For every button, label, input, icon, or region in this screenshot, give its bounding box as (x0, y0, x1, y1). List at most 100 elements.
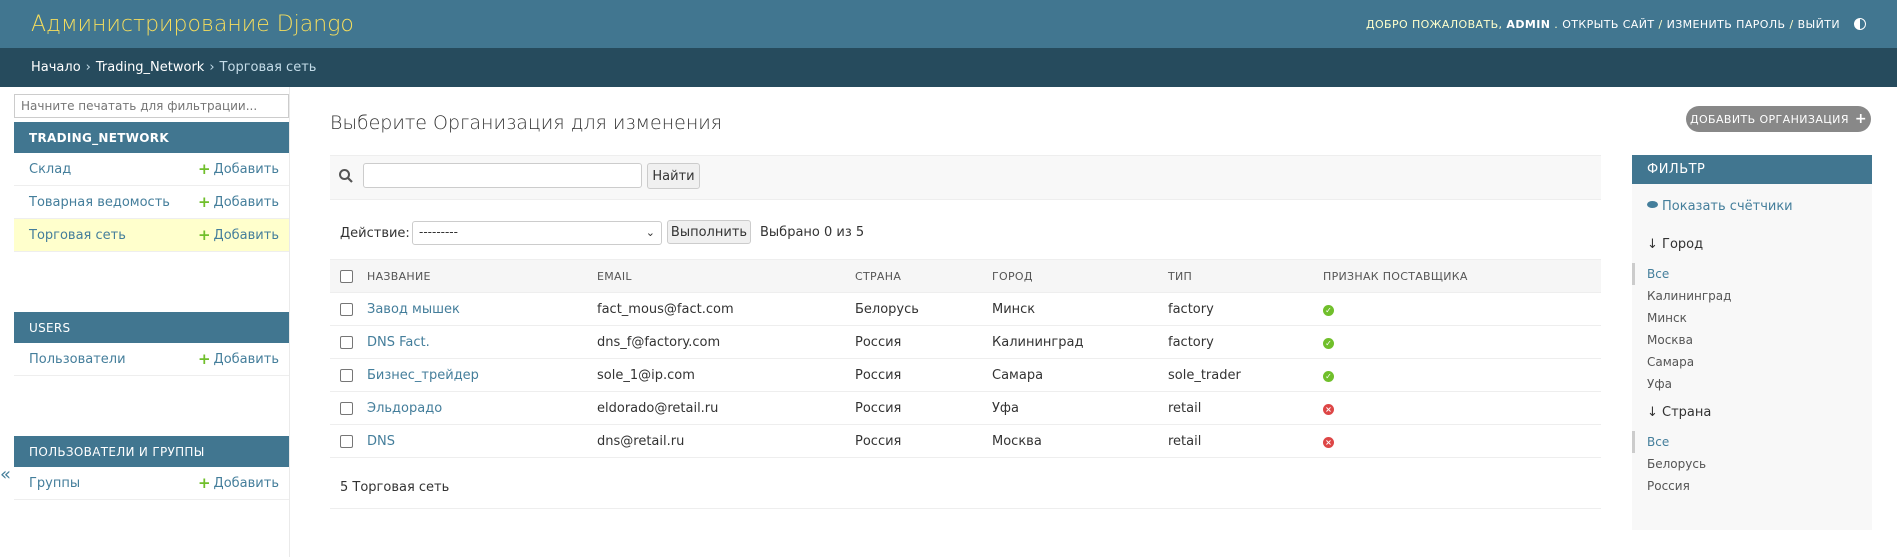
add-link[interactable]: + Добавить (198, 194, 279, 210)
row-email: eldorado@retail.ru (596, 391, 854, 425)
row-type: factory (1167, 325, 1322, 359)
check-icon: ✓ (1323, 337, 1334, 349)
filter-option[interactable]: Белорусь (1632, 453, 1706, 475)
filter-option[interactable]: Уфа (1632, 373, 1731, 395)
row-checkbox[interactable] (340, 401, 353, 415)
select-all-checkbox[interactable] (340, 269, 353, 283)
row-email: dns@retail.ru (596, 424, 854, 458)
row-name-link[interactable]: Бизнес_трейдер (367, 368, 479, 383)
filter-option[interactable]: Минск (1632, 307, 1731, 329)
row-type: sole_trader (1167, 358, 1322, 392)
filter-panel: ФИЛЬТР Показать счётчики ↓ Город Все Кали… (1632, 155, 1872, 530)
sidebar-item-inventory: Товарная ведомость + Добавить (14, 186, 289, 219)
filter-option[interactable]: Россия (1632, 475, 1706, 497)
filter-city-heading[interactable]: ↓ Город (1647, 237, 1703, 252)
row-checkbox[interactable] (340, 434, 353, 448)
filter-country-heading[interactable]: ↓ Страна (1647, 405, 1711, 420)
add-link[interactable]: + Добавить (197, 159, 279, 178)
action-select[interactable]: --------- ⌄ (412, 221, 662, 245)
column-header[interactable]: ГОРОД (991, 259, 1167, 293)
search-input[interactable] (363, 163, 642, 188)
table-row: Эльдорадо eldorado@retail.ru Россия Уфа reta… (330, 391, 1601, 425)
sidebar-item-sklad: Склад + Добавить (14, 153, 289, 186)
nav-filter-input[interactable] (14, 94, 289, 118)
row-city: Москва (991, 424, 1167, 458)
search-button[interactable]: Найти (647, 163, 700, 189)
row-country: Россия (854, 358, 991, 392)
row-name-link[interactable]: DNS Fact. (367, 335, 430, 350)
check-icon: ✓ (1323, 304, 1334, 316)
sidebar-item-label[interactable]: Пользователи (29, 352, 126, 367)
module-caption[interactable]: ПОЛЬЗОВАТЕЛИ И ГРУППЫ (14, 436, 289, 467)
row-city: Минск (991, 292, 1167, 326)
search-icon (339, 169, 353, 183)
row-country: Россия (854, 391, 991, 425)
chevron-down-icon: ⌄ (645, 226, 655, 239)
row-city: Калининград (991, 325, 1167, 359)
add-link[interactable]: + Добавить (197, 225, 279, 244)
sidebar-item-label[interactable]: Товарная ведомость (29, 195, 170, 210)
filter-option[interactable]: Калининград (1632, 285, 1731, 307)
filter-option[interactable]: Все (1632, 431, 1706, 453)
row-name-link[interactable]: Эльдорадо (367, 401, 442, 416)
column-header[interactable]: ТИП (1167, 259, 1322, 293)
row-checkbox[interactable] (340, 335, 353, 349)
user-tools: Добро пожаловать, ADMIN. Открыть сайт / … (1366, 18, 1866, 31)
row-country: Белорусь (854, 292, 991, 326)
row-type: factory (1167, 292, 1322, 326)
view-site-link[interactable]: Открыть сайт (1562, 18, 1654, 31)
table-header-row: НАЗВАНИЕ EMAIL СТРАНА ГОРОД ТИП ПРИЗНАК … (330, 259, 1601, 293)
column-header[interactable]: EMAIL (596, 259, 854, 293)
module-caption[interactable]: USERS (14, 312, 289, 343)
add-link[interactable]: + Добавить (198, 351, 279, 367)
sidebar-item-label[interactable]: Группы (29, 476, 80, 491)
column-header[interactable]: НАЗВАНИЕ (366, 259, 596, 293)
add-link[interactable]: + Добавить (198, 475, 279, 491)
breadcrumb: Начало › Trading_Network › Торговая сеть (0, 48, 1897, 87)
welcome-text: Добро пожаловать, (1365, 17, 1503, 31)
sidebar: TRADING_NETWORK Склад +Добавить Товарная… (14, 87, 290, 557)
breadcrumb-home[interactable]: Начало (31, 60, 81, 75)
theme-toggle-icon[interactable] (1854, 18, 1866, 30)
table-row: Бизнес_трейдер sole_1@ip.com Россия Самара s… (330, 358, 1601, 392)
module-caption[interactable]: TRADING_NETWORK (14, 122, 289, 153)
row-city: Уфа (991, 391, 1167, 425)
add-organization-button[interactable]: Добавить Организация + (1686, 106, 1871, 132)
filter-option[interactable]: Самара (1632, 351, 1731, 373)
paginator: 5 Торговая сеть (330, 466, 1601, 509)
header: Администрирование Django Добро пожаловат… (0, 0, 1897, 48)
breadcrumb-current: Торговая сеть (219, 60, 317, 75)
row-type: retail (1167, 391, 1322, 425)
check-icon: ✓ (1323, 370, 1334, 382)
table-row: DNS Fact. dns_f@factory.com Россия Калининг… (330, 325, 1601, 359)
change-password-link[interactable]: Изменить пароль (1667, 18, 1786, 31)
cross-icon: × (1323, 403, 1334, 415)
page-title: Выберите Организация для изменения (330, 112, 722, 134)
column-header[interactable]: ПРИЗНАК ПОСТАВЩИКА (1322, 259, 1601, 293)
show-counts-link[interactable]: Показать счётчики (1647, 199, 1793, 214)
row-checkbox[interactable] (340, 302, 353, 316)
sidebar-item-groups: Группы + Добавить (14, 467, 289, 500)
selected-count: Выбрано 0 из 5 (760, 225, 865, 240)
plus-icon: + (197, 159, 211, 178)
table-row: DNS dns@retail.ru Россия Москва retail × (330, 424, 1601, 458)
row-email: dns_f@factory.com (596, 325, 854, 359)
table-row: Завод мышек fact_mous@fact.com Белорусь Мин… (330, 292, 1601, 326)
collapse-sidebar-icon[interactable]: « (0, 464, 11, 485)
run-action-button[interactable]: Выполнить (667, 220, 751, 244)
sidebar-item-label[interactable]: Торговая сеть (29, 228, 126, 243)
filter-option[interactable]: Москва (1632, 329, 1731, 351)
filter-country-list: Все Белорусь Россия (1632, 431, 1706, 497)
breadcrumb-app[interactable]: Trading_Network (96, 60, 204, 75)
sidebar-item-users: Пользователи + Добавить (14, 343, 289, 376)
row-name-link[interactable]: Завод мышек (367, 302, 460, 317)
column-header[interactable]: СТРАНА (854, 259, 991, 293)
row-checkbox[interactable] (340, 368, 353, 382)
filter-option[interactable]: Все (1632, 263, 1731, 285)
site-name[interactable]: Администрирование Django (31, 12, 354, 37)
row-name-link[interactable]: DNS (367, 434, 395, 449)
sidebar-item-label[interactable]: Склад (29, 162, 71, 177)
plus-icon: + (197, 225, 211, 244)
module-auth: ПОЛЬЗОВАТЕЛИ И ГРУППЫ Группы + Добавить (14, 436, 289, 500)
logout-link[interactable]: Выйти (1798, 18, 1840, 31)
